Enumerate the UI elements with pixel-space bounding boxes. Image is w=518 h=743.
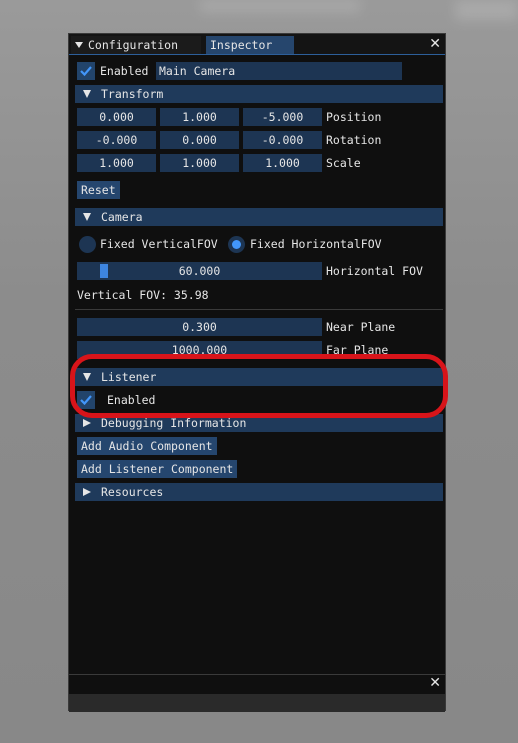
rotation-z-input[interactable]: -0.000 (243, 131, 322, 149)
object-name-input[interactable]: Main Camera (156, 62, 402, 80)
rotation-y-input[interactable]: 0.000 (160, 131, 239, 149)
position-label: Position (326, 110, 382, 124)
separator (75, 309, 443, 310)
camera-header[interactable]: Camera (75, 208, 443, 226)
background-blur-patch (200, 0, 360, 12)
background-blur-patch (455, 0, 518, 20)
near-plane-label: Near Plane (326, 320, 396, 334)
horizontal-fov-slider[interactable]: 60.000 (77, 262, 322, 280)
slider-value: 60.000 (178, 264, 221, 278)
tab-inspector[interactable]: Inspector (206, 36, 294, 54)
slider-grab-handle[interactable] (100, 264, 108, 278)
bottom-panel-bar: ✕ (69, 674, 445, 694)
near-plane-input[interactable]: 0.300 (77, 318, 322, 336)
header-label: Camera (101, 210, 143, 224)
scale-z-input[interactable]: 1.000 (243, 154, 322, 172)
radio-fixed-horizontal-fov[interactable] (228, 236, 245, 253)
scale-y-input[interactable]: 1.000 (160, 154, 239, 172)
expanded-arrow-icon (83, 89, 91, 98)
position-y-input[interactable]: 1.000 (160, 108, 239, 126)
position-z-input[interactable]: -5.000 (243, 108, 322, 126)
add-listener-component-button[interactable]: Add Listener Component (77, 460, 238, 478)
checkmark-icon (80, 66, 92, 77)
resources-header[interactable]: Resources (75, 483, 443, 501)
enabled-label: Enabled (100, 64, 149, 78)
annotation-highlight-outline (70, 354, 448, 418)
radio-fixed-vertical-fov-label: Fixed VerticalFOV (100, 237, 218, 251)
collapsed-arrow-icon (83, 419, 91, 427)
scale-x-input[interactable]: 1.000 (77, 154, 156, 172)
vertical-fov-text: Vertical FOV: 35.98 (77, 288, 209, 302)
expanded-arrow-icon (83, 212, 91, 221)
header-label: Resources (101, 485, 164, 499)
add-audio-component-button[interactable]: Add Audio Component (77, 437, 217, 455)
rotation-x-input[interactable]: -0.000 (77, 131, 156, 149)
position-x-input[interactable]: 0.000 (77, 108, 156, 126)
reset-button[interactable]: Reset (77, 181, 120, 199)
transform-header[interactable]: Transform (75, 85, 443, 103)
close-icon[interactable]: ✕ (429, 675, 441, 691)
bottom-panel-strip (69, 694, 445, 712)
tab-configuration[interactable]: Configuration (71, 36, 201, 54)
enabled-checkbox[interactable] (77, 62, 95, 80)
header-label: Debugging Information (101, 416, 247, 430)
horizontal-fov-label: Horizontal FOV (326, 264, 423, 278)
collapse-arrow-icon[interactable] (75, 42, 83, 48)
tab-label: Configuration (88, 38, 179, 52)
close-icon[interactable]: ✕ (429, 36, 441, 52)
radio-fixed-horizontal-fov-label: Fixed HorizontalFOV (250, 237, 382, 251)
collapsed-arrow-icon (83, 488, 91, 496)
tab-bar: Configuration Inspector ✕ (69, 34, 445, 55)
rotation-label: Rotation (326, 133, 382, 147)
radio-fixed-vertical-fov[interactable] (79, 236, 96, 253)
scale-label: Scale (326, 156, 361, 170)
tab-label: Inspector (210, 38, 273, 52)
header-label: Transform (101, 87, 164, 101)
